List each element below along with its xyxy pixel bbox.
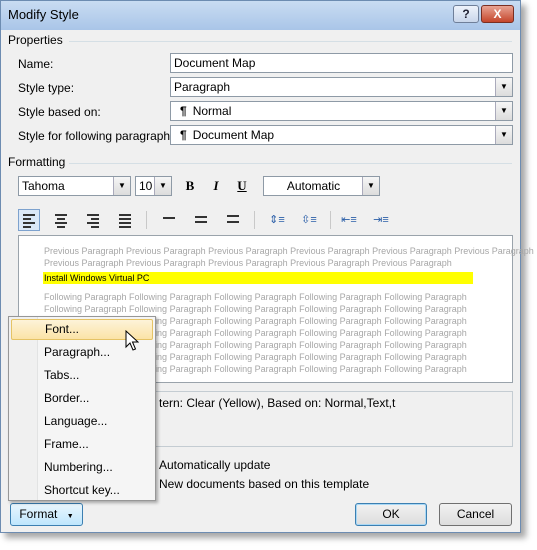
help-button[interactable]: ?: [453, 5, 479, 23]
name-label: Name:: [18, 57, 54, 71]
one-half-spacing-button[interactable]: [190, 209, 212, 231]
increase-spacing-button[interactable]: ⇕≡: [266, 209, 288, 231]
following-paragraph-value: Document Map: [192, 128, 275, 142]
align-left-button[interactable]: [18, 209, 40, 231]
align-right-button[interactable]: [82, 209, 104, 231]
ok-button[interactable]: OK: [355, 503, 427, 526]
new-documents-label[interactable]: New documents based on this template: [159, 477, 369, 491]
decrease-spacing-icon: ⇳≡: [301, 214, 317, 226]
style-based-on-label: Style based on:: [18, 105, 101, 119]
previous-paragraph-text: Previous Paragraph Previous Paragraph Pr…: [44, 246, 534, 256]
format-button-label: Format: [19, 507, 58, 521]
increase-indent-icon: ⇥≡: [373, 214, 389, 226]
name-field[interactable]: Document Map: [170, 53, 513, 73]
dialog-title: Modify Style: [8, 7, 79, 22]
chevron-down-icon[interactable]: ▼: [154, 177, 171, 195]
decrease-spacing-button[interactable]: ⇳≡: [298, 209, 320, 231]
chevron-down-icon[interactable]: ▼: [495, 102, 512, 120]
justify-icon: [119, 214, 131, 228]
font-select[interactable]: Tahoma ▼: [18, 176, 131, 196]
toolbar-separator: [330, 211, 331, 229]
title-bar: Modify Style ? X: [1, 1, 520, 30]
align-center-icon: [55, 214, 67, 228]
underline-button[interactable]: U: [231, 175, 253, 197]
align-center-button[interactable]: [50, 209, 72, 231]
font-color-value: Automatic: [286, 179, 341, 193]
italic-button[interactable]: I: [205, 175, 227, 197]
mouse-pointer-icon: [125, 330, 139, 351]
bold-button[interactable]: B: [179, 175, 201, 197]
following-paragraph-text: Following Paragraph Following Paragraph …: [44, 292, 467, 302]
chevron-down-icon[interactable]: ▼: [495, 78, 512, 96]
style-type-label: Style type:: [18, 81, 75, 95]
align-left-icon: [23, 214, 35, 228]
pilcrow-icon: ¶: [180, 104, 187, 118]
style-type-value: Paragraph: [174, 80, 231, 94]
following-paragraph-text: Following Paragraph Following Paragraph …: [44, 304, 467, 314]
style-based-on-select[interactable]: ¶ Normal ▼: [170, 101, 513, 121]
pilcrow-icon: ¶: [180, 128, 187, 142]
sample-paragraph: Install Windows Virtual PC: [43, 272, 473, 284]
font-value: Tahoma: [22, 179, 65, 193]
properties-divider: [69, 41, 512, 42]
toolbar-separator: [254, 211, 255, 229]
chevron-down-icon[interactable]: ▼: [113, 177, 130, 195]
auto-update-label[interactable]: Automatically update: [159, 458, 270, 472]
chevron-down-icon: ▼: [66, 513, 74, 520]
previous-paragraph-text: Previous Paragraph Previous Paragraph Pr…: [44, 258, 452, 268]
style-type-select[interactable]: Paragraph ▼: [170, 77, 513, 97]
properties-section-label: Properties: [8, 33, 63, 47]
following-paragraph-label: Style for following paragraph:: [18, 129, 174, 143]
formatting-section-label: Formatting: [8, 155, 66, 169]
menu-item-border[interactable]: Border...: [11, 388, 153, 409]
menu-item-numbering[interactable]: Numbering...: [11, 457, 153, 478]
close-button[interactable]: X: [481, 5, 514, 23]
menu-item-frame[interactable]: Frame...: [11, 434, 153, 455]
font-size-value: 10: [139, 179, 153, 193]
font-color-select[interactable]: Automatic ▼: [263, 176, 380, 196]
font-size-select[interactable]: 10 ▼: [135, 176, 172, 196]
following-paragraph-select[interactable]: ¶ Document Map ▼: [170, 125, 513, 145]
menu-item-shortcut-key[interactable]: Shortcut key...: [11, 480, 153, 501]
style-description-text: tern: Clear (Yellow), Based on: Normal,T…: [159, 396, 396, 410]
double-spacing-icon: [227, 215, 239, 223]
menu-item-tabs[interactable]: Tabs...: [11, 365, 153, 386]
formatting-divider: [69, 163, 512, 164]
decrease-indent-button[interactable]: ⇤≡: [338, 209, 360, 231]
toolbar-separator: [146, 211, 147, 229]
align-right-icon: [87, 214, 99, 228]
double-spacing-button[interactable]: [222, 209, 244, 231]
single-spacing-icon: [163, 217, 175, 219]
justify-button[interactable]: [114, 209, 136, 231]
menu-item-language[interactable]: Language...: [11, 411, 153, 432]
style-based-on-value: Normal: [192, 104, 232, 118]
format-button[interactable]: Format ▼: [10, 503, 83, 526]
increase-spacing-icon: ⇕≡: [269, 214, 285, 226]
decrease-indent-icon: ⇤≡: [341, 214, 357, 226]
one-half-spacing-icon: [195, 216, 207, 223]
chevron-down-icon[interactable]: ▼: [362, 177, 379, 195]
single-spacing-button[interactable]: [158, 209, 180, 231]
cancel-button[interactable]: Cancel: [439, 503, 512, 526]
chevron-down-icon[interactable]: ▼: [495, 126, 512, 144]
increase-indent-button[interactable]: ⇥≡: [370, 209, 392, 231]
